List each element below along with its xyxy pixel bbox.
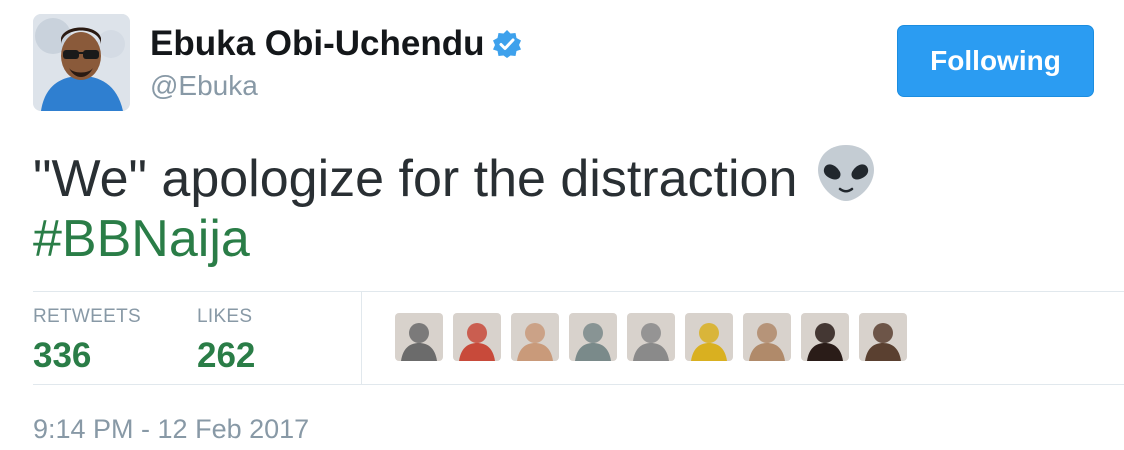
retweets-stat[interactable]: RETWEETS 336 <box>33 306 141 376</box>
tweet-text: "We" apologize for the distraction <box>33 142 1093 210</box>
liker-avatar-7[interactable] <box>743 313 791 361</box>
likers-list <box>395 313 917 361</box>
retweets-label: RETWEETS <box>33 306 141 327</box>
stats-divider-vertical <box>361 291 362 384</box>
following-button[interactable]: Following <box>897 25 1094 97</box>
user-handle[interactable]: @Ebuka <box>150 70 258 102</box>
hashtag-link[interactable]: #BBNaija <box>33 208 250 270</box>
likes-stat[interactable]: LIKES 262 <box>197 306 255 376</box>
liker-avatar-5[interactable] <box>627 313 675 361</box>
liker-avatar-1[interactable] <box>395 313 443 361</box>
liker-avatar-2[interactable] <box>453 313 501 361</box>
tweet-card: Ebuka Obi-Uchendu @Ebuka Following "We" … <box>0 0 1124 450</box>
avatar-image <box>33 14 130 111</box>
display-name[interactable]: Ebuka Obi-Uchendu <box>150 24 484 64</box>
verified-badge-icon <box>493 30 522 58</box>
liker-avatar-4[interactable] <box>569 313 617 361</box>
avatar[interactable] <box>33 14 130 111</box>
display-name-row: Ebuka Obi-Uchendu <box>150 24 522 64</box>
liker-avatar-8[interactable] <box>801 313 849 361</box>
retweets-count: 336 <box>33 336 92 375</box>
stats-divider-bottom <box>33 384 1124 385</box>
stats-divider-top <box>33 291 1124 292</box>
alien-icon <box>818 145 875 201</box>
tweet-text-content: "We" apologize for the distraction <box>33 150 798 208</box>
liker-avatar-3[interactable] <box>511 313 559 361</box>
liker-avatar-6[interactable] <box>685 313 733 361</box>
liker-avatar-9[interactable] <box>859 313 907 361</box>
tweet-timestamp[interactable]: 9:14 PM - 12 Feb 2017 <box>33 414 309 445</box>
likes-count: 262 <box>197 336 256 375</box>
likes-label: LIKES <box>197 306 253 327</box>
